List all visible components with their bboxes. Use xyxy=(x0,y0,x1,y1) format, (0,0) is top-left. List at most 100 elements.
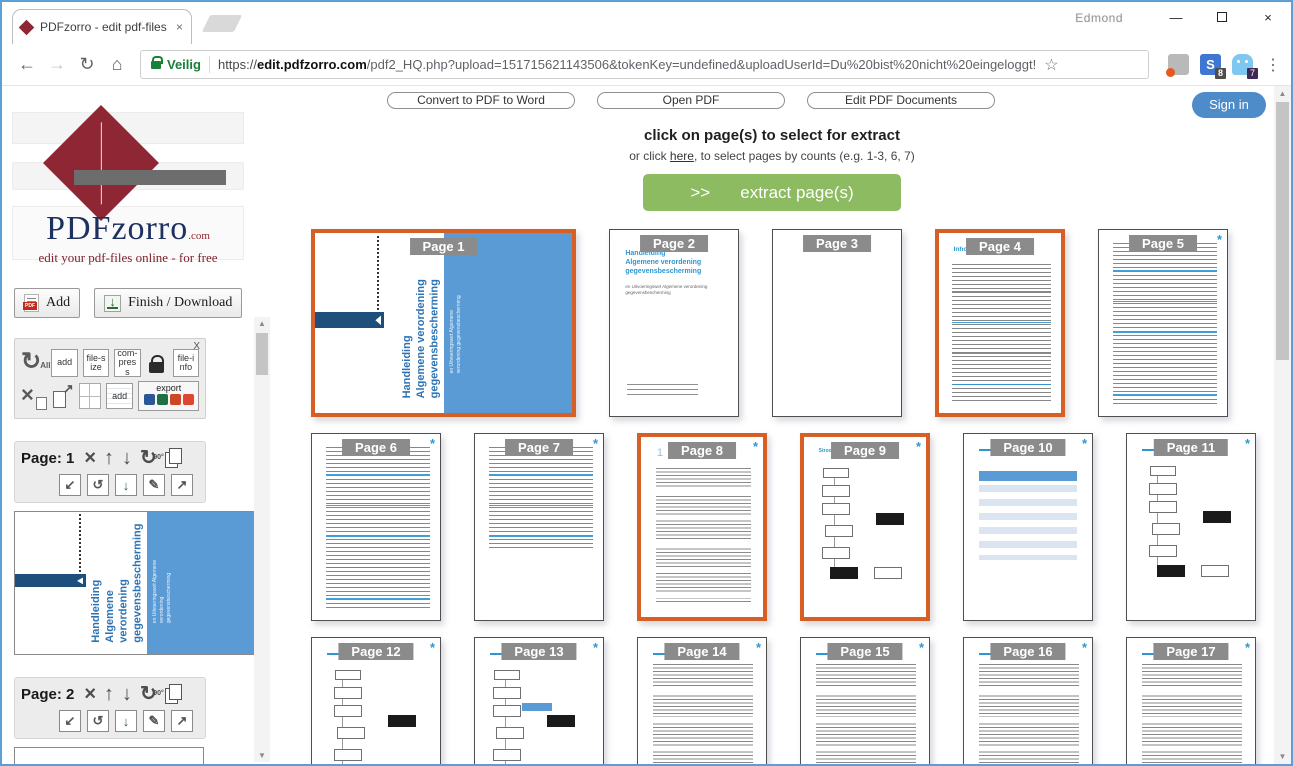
add-page-button[interactable]: add xyxy=(51,349,78,377)
page-thumbnail[interactable]: Page 13 * xyxy=(474,637,604,764)
pdfzorro-logo[interactable]: PDFzorro.com edit your pdf-files online … xyxy=(12,105,244,265)
ghostery-extension-icon[interactable]: 7 xyxy=(1232,54,1258,79)
main-scrollbar[interactable]: ▲ ▼ xyxy=(1274,86,1291,764)
tab-close-icon[interactable]: × xyxy=(176,20,183,34)
extract-page-icon[interactable]: ↙ xyxy=(59,474,81,496)
rotate-left-page-icon[interactable]: ↺ xyxy=(87,710,109,732)
page-content-sketch xyxy=(979,471,1077,561)
layout-grid-icon[interactable] xyxy=(78,383,101,409)
page-thumbnail[interactable]: Page 15 * xyxy=(800,637,930,764)
page-thumbnail[interactable]: Page 4 Inhoudsopgave xyxy=(935,229,1065,417)
move-up-icon[interactable]: ↑ xyxy=(104,683,114,705)
move-up-icon[interactable]: ↑ xyxy=(104,447,114,469)
page-thumbnail[interactable]: Page 10 * xyxy=(963,433,1093,621)
extract-page-icon[interactable]: ↙ xyxy=(59,710,81,732)
word-export-icon[interactable] xyxy=(143,394,155,405)
scrollbar-thumb[interactable] xyxy=(1276,102,1289,360)
move-down-icon[interactable]: ↓ xyxy=(122,683,132,705)
file-info-button[interactable]: file-info xyxy=(172,349,200,377)
url-text[interactable]: https://edit.pdfzorro.com/pdf2_HQ.php?up… xyxy=(218,57,1036,72)
chrome-menu-icon[interactable]: ⋮ xyxy=(1265,55,1281,75)
nav-edit-pdf-documents[interactable]: Edit PDF Documents xyxy=(807,92,995,109)
edit-page-icon[interactable]: ✎ xyxy=(143,710,165,732)
extract-pages-button[interactable]: >> extract page(s) xyxy=(643,174,901,211)
move-down-icon[interactable]: ↓ xyxy=(122,447,132,469)
browser-tab[interactable]: PDFzorro - edit pdf-files × xyxy=(12,9,192,44)
finish-download-button[interactable]: Finish / Download xyxy=(94,288,243,318)
annotation-star-icon: * xyxy=(1216,232,1222,247)
page-thumbnail[interactable]: Page 1 Handleiding Algemene verordening … xyxy=(311,229,576,417)
bookmark-star-icon[interactable]: ☆ xyxy=(1044,55,1058,75)
nav-convert-to-word[interactable]: Convert to PDF to Word xyxy=(387,92,575,109)
scroll-up-icon[interactable]: ▲ xyxy=(1274,89,1291,98)
nav-open-pdf[interactable]: Open PDF xyxy=(597,92,785,109)
page-thumbnail[interactable]: Page 5 * xyxy=(1098,229,1228,417)
duplicate-page-icon[interactable] xyxy=(164,684,183,704)
delete-pages-icon[interactable]: × xyxy=(21,383,47,410)
rotate-all-icon[interactable]: ↻ All xyxy=(21,350,50,376)
move-page-icon[interactable]: ↗ xyxy=(171,474,193,496)
office-extension-icon[interactable] xyxy=(1166,54,1189,77)
pdfzorro-favicon-icon xyxy=(18,19,35,35)
rotate-page-icon[interactable]: ↻ 90° xyxy=(140,683,164,705)
page-thumbnail[interactable]: Page 6 * xyxy=(311,433,441,621)
home-icon[interactable]: ⌂ xyxy=(102,54,132,75)
add-blank-page-button[interactable]: add xyxy=(105,383,134,409)
page-content-sketch xyxy=(816,664,917,764)
excel-export-icon[interactable] xyxy=(156,394,168,405)
new-tab-button[interactable] xyxy=(201,15,243,32)
export-button[interactable]: export xyxy=(138,381,200,411)
reload-icon[interactable]: ↻ xyxy=(72,54,102,75)
s-extension-icon[interactable]: S8 xyxy=(1200,54,1226,79)
page-thumbnail[interactable]: Page 14 * xyxy=(637,637,767,764)
page-thumbnail[interactable]: Page 3 xyxy=(772,229,902,417)
html-export-icon[interactable] xyxy=(182,394,194,405)
maximize-button[interactable] xyxy=(1199,2,1245,32)
file-size-button[interactable]: file-size xyxy=(82,349,110,377)
scrollbar-thumb[interactable] xyxy=(256,333,268,375)
edit-page-icon[interactable]: ✎ xyxy=(143,474,165,496)
scroll-up-icon[interactable]: ▲ xyxy=(254,319,270,328)
page-label: Page 5 xyxy=(1129,235,1197,252)
page-thumbnail[interactable]: Page 8 * 1 Inleiding xyxy=(637,433,767,621)
sidebar-scrollbar[interactable]: ▲ ▼ xyxy=(254,317,270,762)
page-thumbnail[interactable]: Page 11 * xyxy=(1126,433,1256,621)
duplicate-page-icon[interactable] xyxy=(164,448,183,468)
sidebar-thumbnail-page-1[interactable]: Handleiding Algemene verordening gegeven… xyxy=(14,511,254,655)
extract-pages-icon[interactable] xyxy=(50,381,74,409)
delete-page-icon[interactable]: × xyxy=(84,683,96,705)
rotate-page-icon[interactable]: ↻ 90° xyxy=(140,447,164,469)
compress-button[interactable]: com-press xyxy=(114,348,141,377)
add-pdf-button[interactable]: PDF Add xyxy=(14,288,81,318)
sidebar-thumbnail-page-2[interactable] xyxy=(14,747,204,764)
here-link[interactable]: here xyxy=(670,149,694,163)
rotate-left-page-icon[interactable]: ↺ xyxy=(87,474,109,496)
delete-page-icon[interactable]: × xyxy=(84,447,96,469)
address-bar[interactable]: Veilig https://edit.pdfzorro.com/pdf2_HQ… xyxy=(140,50,1149,79)
page-thumbnail[interactable]: Page 7 * xyxy=(474,433,604,621)
download-page-icon[interactable]: ↓ xyxy=(115,474,137,496)
close-button[interactable]: × xyxy=(1245,2,1291,32)
move-page-icon[interactable]: ↗ xyxy=(171,710,193,732)
page-thumbnail[interactable]: Page 17 * xyxy=(1126,637,1256,764)
forward-icon[interactable]: → xyxy=(42,54,72,75)
page-thumbnail[interactable]: Page 2 Handleiding Algemene verordening … xyxy=(609,229,739,417)
download-page-icon[interactable]: ↓ xyxy=(115,710,137,732)
scroll-down-icon[interactable]: ▼ xyxy=(254,751,270,760)
lock-icon[interactable] xyxy=(146,349,168,377)
page-thumbnail[interactable]: Page 16 * xyxy=(963,637,1093,764)
page-thumbnail[interactable]: Page 12 * xyxy=(311,637,441,764)
page-2-controls: Page: 2 × ↑ ↓ ↻ 90° ↙ ↺ ↓ ✎ ↗ xyxy=(14,677,206,739)
back-icon[interactable]: ← xyxy=(12,54,42,75)
powerpoint-export-icon[interactable] xyxy=(169,394,181,405)
page-2-label: Page: 2 xyxy=(21,685,75,703)
page-thumbnail[interactable]: Page 9 * Stroomdiagrammen en checklists xyxy=(800,433,930,621)
extension-badge: 7 xyxy=(1246,68,1258,79)
scroll-down-icon[interactable]: ▼ xyxy=(1274,752,1291,761)
minimize-button[interactable]: — xyxy=(1153,2,1199,32)
secure-lock-icon[interactable] xyxy=(151,55,163,69)
security-label[interactable]: Veilig xyxy=(167,57,201,72)
finish-label: Finish / Download xyxy=(128,295,233,310)
sign-in-button[interactable]: Sign in xyxy=(1192,92,1266,118)
tools-close-button[interactable]: X xyxy=(193,341,200,352)
